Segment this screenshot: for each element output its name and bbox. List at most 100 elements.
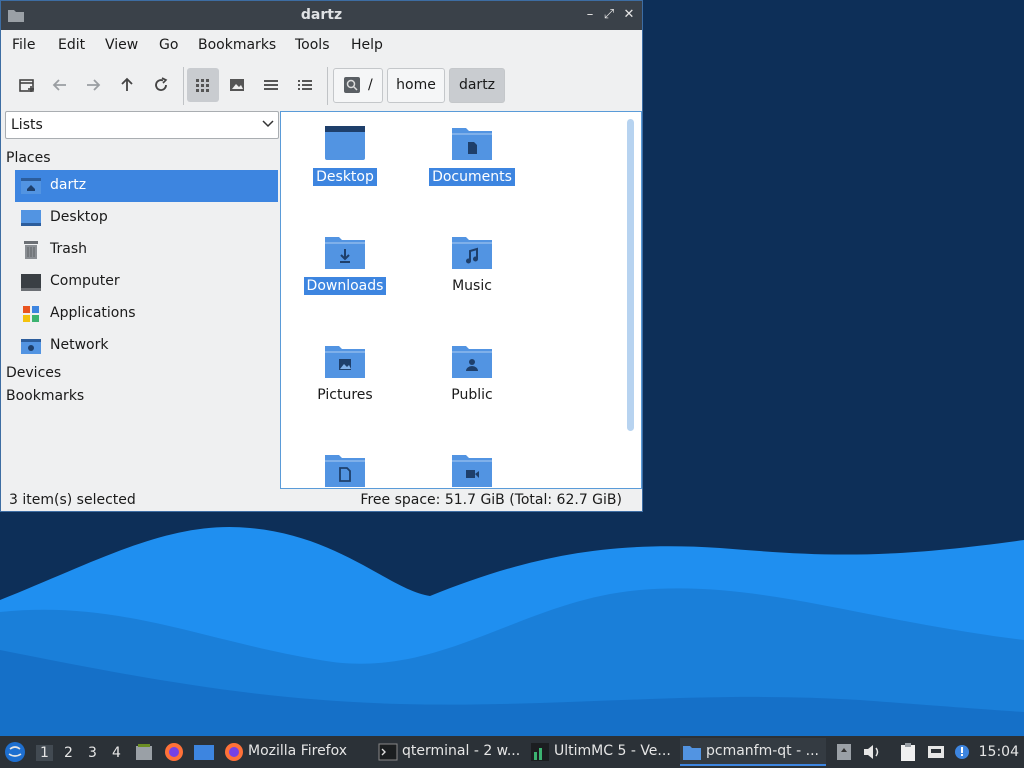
folder-view[interactable]: Desktop Documents Downloads Music Pictur… xyxy=(280,111,642,489)
taskbar: 1 2 3 4 Mozilla Firefox qterminal - 2 w.… xyxy=(0,736,1024,768)
sidebar-item-label: Network xyxy=(50,337,109,353)
file-item-desktop[interactable]: Desktop xyxy=(290,116,400,216)
show-desktop-icon[interactable] xyxy=(193,742,215,762)
file-name: Desktop xyxy=(313,168,377,186)
sidebar-item-label: Applications xyxy=(50,305,136,321)
window-title: dartz xyxy=(300,7,343,23)
breadcrumb-dartz[interactable]: dartz xyxy=(449,68,505,103)
menu-edit[interactable]: Edit xyxy=(58,37,85,53)
icon-view-icon xyxy=(196,79,209,92)
side-pane-mode-select[interactable]: Lists xyxy=(5,111,279,139)
thumbnail-view-icon xyxy=(230,79,244,91)
compact-view-button[interactable] xyxy=(255,68,287,102)
templates-folder-icon xyxy=(325,455,365,487)
task-label: qterminal - 2 w... xyxy=(402,743,521,759)
thumbnail-view-button[interactable] xyxy=(221,68,253,102)
pictures-folder-icon xyxy=(325,346,365,378)
storage-icon[interactable] xyxy=(834,742,854,762)
sidebar-item-dartz[interactable]: dartz xyxy=(15,170,278,202)
side-pane: Lists Places dartz Desktop Trash Compute… xyxy=(3,111,279,491)
reload-icon xyxy=(155,77,168,91)
toolbar: / home dartz xyxy=(1,61,642,109)
menu-bookmarks[interactable]: Bookmarks xyxy=(198,37,276,53)
detailed-list-view-button[interactable] xyxy=(289,68,321,102)
vertical-scrollbar[interactable] xyxy=(627,119,634,431)
sidebar-item-label: dartz xyxy=(50,177,87,193)
menu-view[interactable]: View xyxy=(105,37,138,53)
task-label: pcmanfm-qt - ... xyxy=(706,743,819,759)
minimize-button[interactable]: – xyxy=(581,5,599,25)
network-connection-icon[interactable] xyxy=(926,742,946,762)
file-name: Music xyxy=(452,278,492,294)
task-qterminal[interactable]: qterminal - 2 w... xyxy=(376,738,524,766)
toolbar-separator xyxy=(327,67,328,105)
side-pane-mode-value: Lists xyxy=(11,117,43,133)
forward-arrow-icon xyxy=(87,79,101,91)
ultimmc-icon xyxy=(531,743,549,761)
trash-icon xyxy=(24,241,38,259)
task-firefox[interactable]: Mozilla Firefox xyxy=(222,738,362,766)
title-bar[interactable]: dartz – ⤢ ✕ xyxy=(1,1,642,30)
desktop-icon xyxy=(21,210,41,226)
places-heading[interactable]: Places xyxy=(6,150,51,166)
task-ultimmc[interactable]: UltimMC 5 - Ve... xyxy=(528,738,676,766)
clipboard-icon[interactable] xyxy=(898,742,918,762)
close-button[interactable]: ✕ xyxy=(620,5,638,25)
forward-button[interactable] xyxy=(77,68,109,102)
breadcrumb-root[interactable]: / xyxy=(333,68,383,103)
new-tab-button[interactable] xyxy=(11,68,43,102)
task-pcmanfm[interactable]: pcmanfm-qt - ... xyxy=(680,738,826,766)
file-item-videos[interactable] xyxy=(417,443,527,488)
menu-go[interactable]: Go xyxy=(159,37,178,53)
notification-icon[interactable] xyxy=(952,742,972,762)
file-manager-launcher-icon[interactable] xyxy=(134,742,154,762)
menu-bar: File Edit View Go Bookmarks Tools Help xyxy=(1,30,642,60)
menu-help[interactable]: Help xyxy=(351,37,383,53)
icon-view-button[interactable] xyxy=(187,68,219,102)
desktop-switch-4[interactable]: 4 xyxy=(112,745,121,761)
sidebar-item-label: Desktop xyxy=(50,209,108,225)
clock[interactable]: 15:04 xyxy=(979,744,1019,760)
menu-tools[interactable]: Tools xyxy=(295,37,330,53)
desktop-switch-1[interactable]: 1 xyxy=(36,745,53,761)
network-icon xyxy=(21,339,41,354)
reload-button[interactable] xyxy=(145,68,177,102)
videos-folder-icon xyxy=(452,455,492,487)
breadcrumb-home[interactable]: home xyxy=(387,68,445,103)
chevron-down-icon xyxy=(262,120,274,128)
volume-icon[interactable] xyxy=(862,742,882,762)
up-button[interactable] xyxy=(111,68,143,102)
menu-file[interactable]: File xyxy=(12,37,35,53)
file-name: Downloads xyxy=(303,277,387,295)
maximize-button[interactable]: ⤢ xyxy=(600,5,618,25)
bookmarks-heading[interactable]: Bookmarks xyxy=(6,388,84,404)
public-folder-icon xyxy=(452,346,492,378)
status-bar: 3 item(s) selected Free space: 51.7 GiB … xyxy=(1,489,642,511)
sidebar-item-applications[interactable]: Applications xyxy=(15,298,278,330)
applications-icon xyxy=(23,306,39,322)
devices-heading[interactable]: Devices xyxy=(6,365,61,381)
sidebar-item-network[interactable]: Network xyxy=(15,330,278,362)
file-item-templates[interactable] xyxy=(290,443,400,488)
sidebar-item-desktop[interactable]: Desktop xyxy=(15,202,278,234)
desktop-switch-3[interactable]: 3 xyxy=(88,745,97,761)
search-icon xyxy=(344,77,360,93)
sidebar-item-trash[interactable]: Trash xyxy=(15,234,278,266)
selection-status: 3 item(s) selected xyxy=(9,492,136,508)
desktop-folder-icon xyxy=(325,126,365,160)
breadcrumb-root-label: / xyxy=(368,77,373,93)
file-item-documents[interactable]: Documents xyxy=(417,116,527,216)
file-item-public[interactable]: Public xyxy=(417,334,527,434)
file-item-music[interactable]: Music xyxy=(417,225,527,325)
terminal-icon xyxy=(378,743,398,761)
main-menu-icon[interactable] xyxy=(4,741,26,763)
desktop-switch-2[interactable]: 2 xyxy=(64,745,73,761)
file-item-downloads[interactable]: Downloads xyxy=(290,225,400,325)
firefox-launcher-icon[interactable] xyxy=(164,742,184,762)
downloads-folder-icon xyxy=(325,237,365,269)
back-button[interactable] xyxy=(44,68,76,102)
detailed-list-view-icon xyxy=(298,80,312,90)
sidebar-item-computer[interactable]: Computer xyxy=(15,266,278,298)
file-manager-window: dartz – ⤢ ✕ File Edit View Go Bookmarks … xyxy=(0,0,643,512)
file-item-pictures[interactable]: Pictures xyxy=(290,334,400,434)
